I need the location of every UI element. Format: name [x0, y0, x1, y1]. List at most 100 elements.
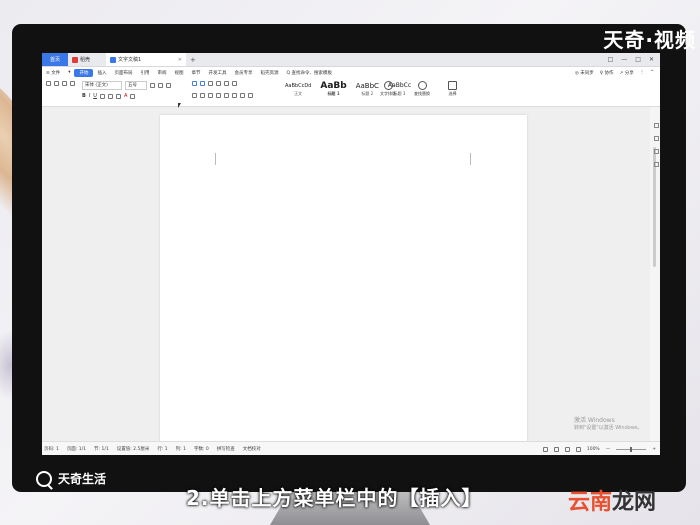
- format-painter-icon[interactable]: [70, 81, 75, 86]
- menu-member[interactable]: 会员专享: [230, 70, 256, 76]
- distribute-icon[interactable]: [224, 93, 229, 98]
- borders-icon[interactable]: [248, 93, 253, 98]
- sync-status[interactable]: ◎ 未同步: [575, 70, 594, 76]
- close-icon[interactable]: ✕: [178, 57, 182, 63]
- search-commands[interactable]: Q 查找命令、搜索模板: [282, 70, 335, 76]
- show-marks-icon[interactable]: [232, 81, 237, 86]
- brand-watermark: 天奇·视频: [603, 28, 696, 52]
- align-left-icon[interactable]: [192, 93, 197, 98]
- zoom-out-button[interactable]: —: [606, 447, 611, 452]
- status-proofread[interactable]: 文档校对: [243, 446, 261, 452]
- status-spell-check[interactable]: 拼写检查: [217, 446, 235, 452]
- numbered-list-icon[interactable]: [200, 81, 205, 86]
- status-line[interactable]: 行: 1: [157, 446, 167, 452]
- strikethrough-icon[interactable]: [99, 93, 105, 99]
- activation-detail: 转到"设置"以激活 Windows。: [574, 425, 643, 431]
- status-position[interactable]: 设置值: 2.5厘米: [117, 446, 150, 452]
- italic-icon[interactable]: I: [89, 93, 90, 99]
- font-name-select[interactable]: 宋体 (正文): [82, 81, 122, 90]
- justify-icon[interactable]: [216, 93, 221, 98]
- status-word-count[interactable]: 字数: 0: [194, 446, 209, 452]
- minimize-button[interactable]: —: [621, 56, 627, 63]
- font-color-icon[interactable]: A: [124, 93, 127, 99]
- superscript-icon[interactable]: [107, 93, 113, 99]
- bold-icon[interactable]: B: [82, 93, 86, 99]
- collaborate-button[interactable]: ♀ 协作: [600, 70, 614, 76]
- zoom-level[interactable]: 100%: [587, 447, 600, 452]
- document-page[interactable]: [160, 115, 527, 445]
- alignment-group: [192, 93, 253, 98]
- menu-file[interactable]: ≡ 文件: [42, 70, 64, 76]
- read-mode-icon[interactable]: [542, 446, 548, 452]
- underline-icon[interactable]: U: [93, 93, 97, 99]
- side-tool-icon[interactable]: [654, 123, 659, 128]
- menu-references[interactable]: 引用: [136, 70, 153, 76]
- paste-icon[interactable]: [46, 81, 51, 86]
- cut-icon[interactable]: [54, 81, 59, 86]
- maximize-button[interactable]: □: [635, 56, 641, 63]
- menu-dropdown[interactable]: ▾: [64, 70, 74, 75]
- menu-page-layout[interactable]: 页面布局: [110, 70, 136, 76]
- logo-text: 天奇生活: [58, 472, 107, 486]
- clipboard-group: [46, 81, 75, 86]
- bullet-list-icon[interactable]: [192, 81, 197, 86]
- page-view-icon[interactable]: [553, 446, 559, 452]
- style-heading-2-label: 标题 2: [361, 91, 374, 96]
- font-size-select[interactable]: 五号: [125, 81, 147, 90]
- status-page-number[interactable]: 页码: 1: [44, 446, 59, 452]
- menu-section[interactable]: 章节: [187, 70, 204, 76]
- align-center-icon[interactable]: [200, 93, 205, 98]
- decrease-indent-icon[interactable]: [208, 81, 213, 86]
- title-tab-bar: 首页 稻壳 文字文稿1 ✕ + □ — □ ✕: [42, 53, 660, 67]
- status-pages[interactable]: 页面: 1/1: [67, 446, 86, 452]
- tab-home[interactable]: 首页: [42, 53, 68, 66]
- text-layout-button[interactable]: 文字排版: [376, 81, 400, 97]
- tab-docer-label: 稻壳: [80, 57, 91, 63]
- collapse-ribbon-button[interactable]: ^: [650, 70, 654, 76]
- web-view-icon[interactable]: [564, 446, 570, 452]
- menu-docer-resources[interactable]: 稻壳资源: [256, 70, 282, 76]
- side-tool-icon[interactable]: [654, 149, 659, 154]
- more-button[interactable]: ⋮: [640, 70, 645, 76]
- select-button[interactable]: 选择: [444, 81, 461, 97]
- menu-insert[interactable]: 插入: [93, 70, 110, 76]
- increase-indent-icon[interactable]: [216, 81, 221, 86]
- search-icon: [417, 81, 427, 90]
- tab-document[interactable]: 文字文稿1 ✕: [106, 53, 186, 66]
- status-column[interactable]: 列: 1: [176, 446, 186, 452]
- find-replace-button[interactable]: 查找替换: [410, 81, 434, 97]
- add-tab-button[interactable]: +: [186, 56, 200, 64]
- share-button[interactable]: ↗ 分享: [620, 70, 634, 76]
- clear-format-icon[interactable]: [166, 83, 171, 88]
- zoom-slider[interactable]: [616, 446, 647, 452]
- side-tool-icon[interactable]: [654, 136, 659, 141]
- menu-developer-tools[interactable]: 开发工具: [204, 70, 230, 76]
- document-icon: [110, 56, 116, 63]
- right-margin-marker: [470, 153, 471, 165]
- style-normal-label: 正文: [294, 91, 303, 96]
- zoom-in-button[interactable]: +: [652, 447, 656, 452]
- shading-icon[interactable]: [240, 93, 245, 98]
- highlight-icon[interactable]: [130, 93, 136, 99]
- text-layout-label: 文字排版: [380, 91, 396, 96]
- menu-review[interactable]: 审阅: [153, 70, 170, 76]
- style-heading-1[interactable]: AaBb 标题 1: [317, 81, 349, 96]
- subscript-icon[interactable]: [115, 93, 121, 99]
- tab-docer[interactable]: 稻壳: [68, 53, 106, 66]
- eye-protection-icon[interactable]: [575, 446, 581, 452]
- restore-button[interactable]: □: [608, 56, 614, 63]
- menu-view[interactable]: 视图: [170, 70, 187, 76]
- line-spacing-icon[interactable]: [232, 93, 237, 98]
- status-section[interactable]: 节: 1/1: [94, 446, 109, 452]
- style-normal[interactable]: AaBbCcDd 正文: [282, 81, 314, 96]
- side-tool-icon[interactable]: [654, 162, 659, 167]
- grow-font-icon[interactable]: [150, 83, 155, 88]
- sort-icon[interactable]: [224, 81, 229, 86]
- shrink-font-icon[interactable]: [158, 83, 163, 88]
- align-right-icon[interactable]: [208, 93, 213, 98]
- copy-icon[interactable]: [62, 81, 67, 86]
- menu-start[interactable]: 开始: [74, 68, 94, 77]
- font-group: 宋体 (正文) 五号: [82, 81, 171, 90]
- tab-document-label: 文字文稿1: [118, 57, 142, 63]
- close-window-button[interactable]: ✕: [649, 56, 654, 63]
